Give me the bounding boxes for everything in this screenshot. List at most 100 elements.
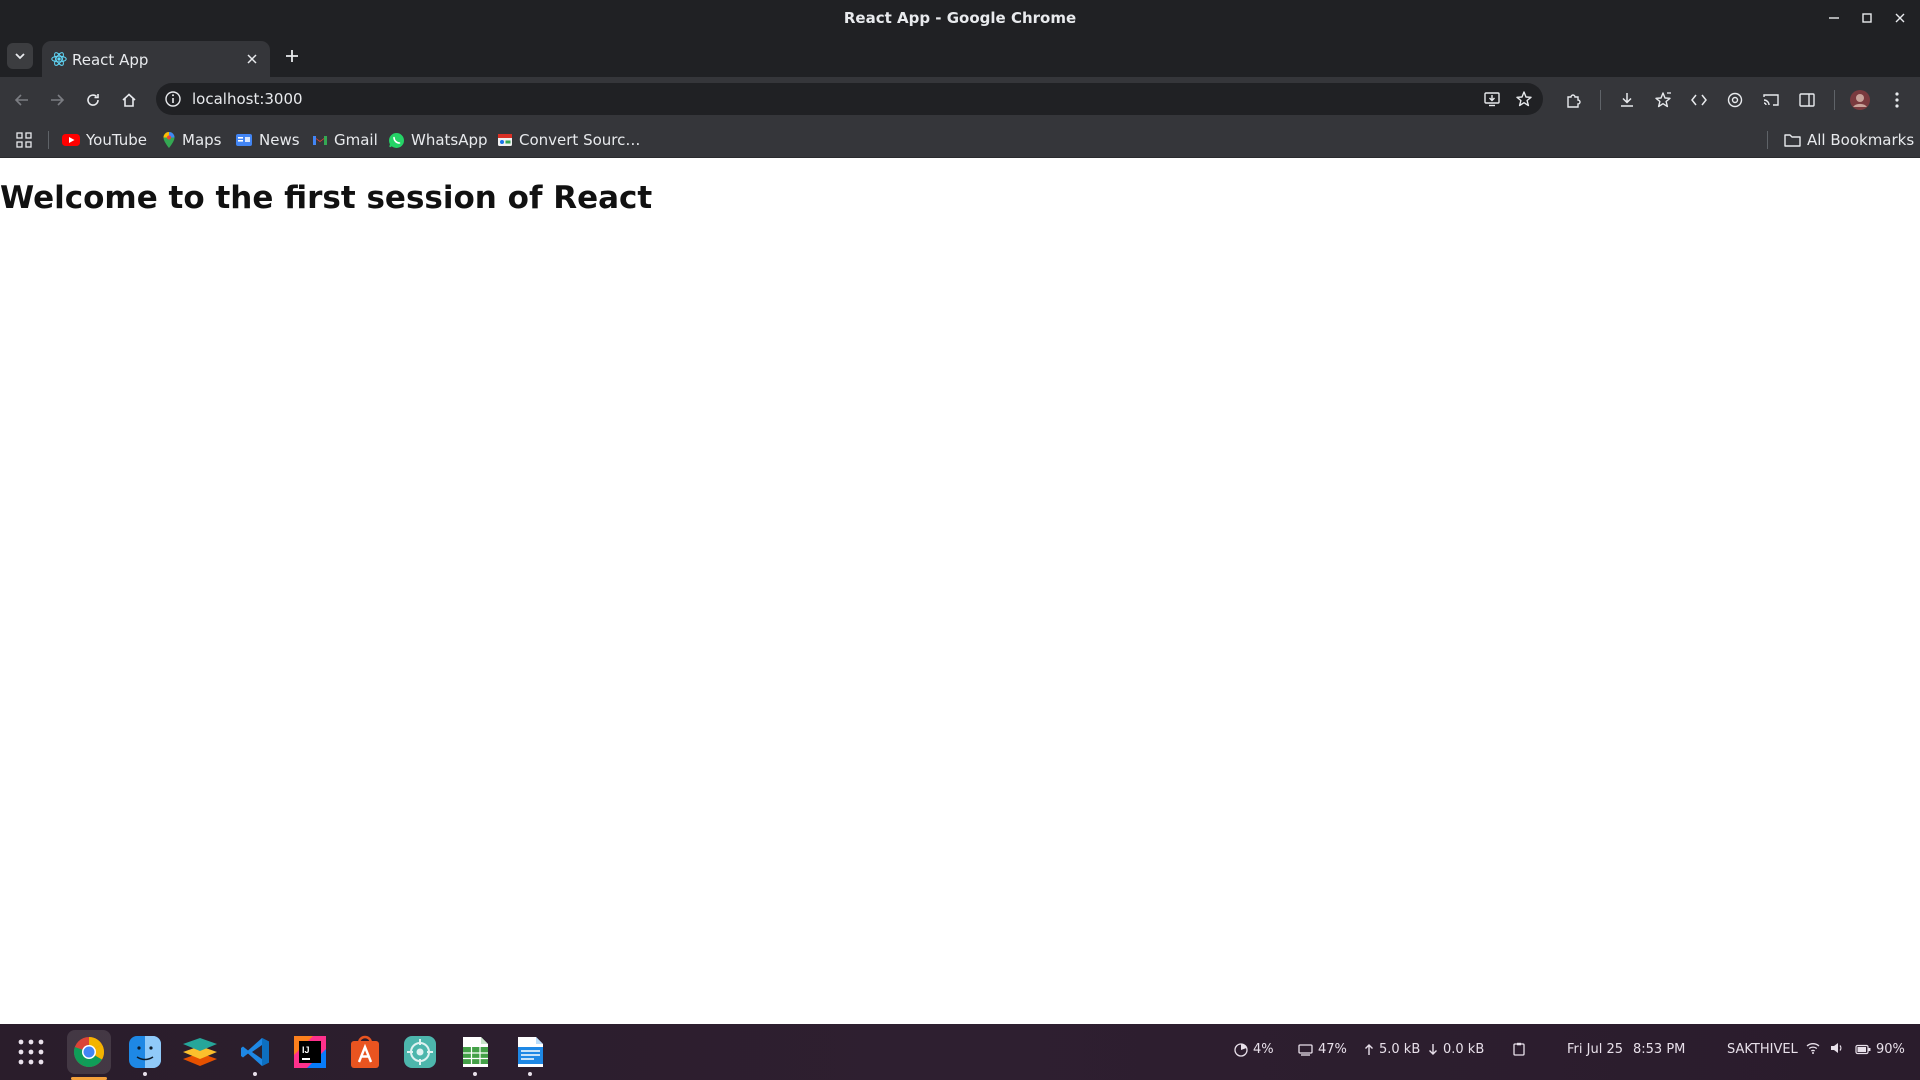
cast-icon[interactable] xyxy=(1757,86,1785,114)
battery-value: 90% xyxy=(1876,1042,1905,1057)
minimize-icon[interactable] xyxy=(1823,7,1845,29)
dock-network[interactable] xyxy=(398,1030,442,1074)
dock-intellij[interactable]: IJ xyxy=(288,1030,332,1074)
browser-toolbar: localhost:3000 xyxy=(0,77,1920,122)
page-content: Welcome to the first session of React xyxy=(0,158,1920,1024)
extensions-icon[interactable] xyxy=(1560,86,1588,114)
dock-spreadsheet[interactable] xyxy=(453,1030,497,1076)
youtube-icon xyxy=(62,134,80,146)
bookmark-gmail[interactable]: Gmail xyxy=(312,129,378,151)
reload-button[interactable] xyxy=(79,86,107,114)
tab-react-app[interactable]: React App xyxy=(42,41,270,77)
dock-app-center[interactable] xyxy=(343,1030,387,1074)
running-indicator xyxy=(143,1072,147,1076)
network-icon xyxy=(404,1036,436,1068)
dock-layers[interactable] xyxy=(178,1030,222,1074)
bookmark-label: Maps xyxy=(182,131,222,149)
document-icon xyxy=(518,1037,543,1067)
downloads-icon[interactable] xyxy=(1613,86,1641,114)
tab-strip: React App xyxy=(0,37,1920,77)
all-bookmarks-label: All Bookmarks xyxy=(1807,131,1915,149)
tray-memory[interactable]: 47% xyxy=(1298,1042,1347,1057)
whatsapp-icon xyxy=(389,132,404,148)
devtools-icon[interactable] xyxy=(1685,86,1713,114)
home-button[interactable] xyxy=(115,86,143,114)
forward-button[interactable] xyxy=(43,86,71,114)
tray-download[interactable]: 0.0 kB xyxy=(1428,1042,1484,1057)
maps-icon xyxy=(163,132,175,148)
bookmark-maps[interactable]: Maps xyxy=(162,129,221,151)
volume-icon[interactable] xyxy=(1830,1042,1844,1054)
svg-text:IJ: IJ xyxy=(302,1045,310,1055)
apps-grid-icon xyxy=(18,1039,44,1065)
arrow-up-icon xyxy=(1365,1044,1373,1055)
finder-icon xyxy=(129,1036,161,1068)
all-bookmarks-button[interactable]: All Bookmarks xyxy=(1784,129,1914,151)
close-tab-icon[interactable] xyxy=(242,49,262,69)
bookmarks-manager-icon[interactable] xyxy=(1649,86,1677,114)
memory-icon xyxy=(1298,1044,1313,1056)
dock-vscode[interactable] xyxy=(233,1030,277,1076)
running-indicator xyxy=(528,1072,532,1076)
gmail-icon xyxy=(313,136,327,145)
site-info-icon[interactable] xyxy=(164,90,182,108)
wifi-icon[interactable] xyxy=(1806,1042,1820,1054)
upload-value: 5.0 kB xyxy=(1379,1042,1421,1057)
bookmark-label: News xyxy=(259,131,300,149)
toolbar-divider xyxy=(1834,90,1835,110)
dock-chrome[interactable] xyxy=(67,1030,111,1080)
tray-cpu[interactable]: 4% xyxy=(1234,1042,1274,1057)
bookmarks-bar: YouTube Maps News Gmail WhatsApp Convert… xyxy=(0,122,1920,158)
convert-icon xyxy=(498,134,512,146)
tray-upload[interactable]: 5.0 kB xyxy=(1364,1042,1420,1057)
folder-icon xyxy=(1784,134,1801,147)
window-titlebar: React App - Google Chrome xyxy=(0,0,1920,37)
bookmark-label: WhatsApp xyxy=(411,131,488,149)
maximize-icon[interactable] xyxy=(1856,7,1878,29)
arrow-right-icon xyxy=(51,94,65,106)
news-icon xyxy=(236,134,252,146)
screen-capture-icon[interactable] xyxy=(1721,86,1749,114)
close-window-icon[interactable] xyxy=(1889,7,1911,29)
url-text[interactable]: localhost:3000 xyxy=(192,90,303,108)
page-heading: Welcome to the first session of React xyxy=(0,180,653,216)
menu-kebab-icon[interactable] xyxy=(1883,86,1911,114)
side-panel-icon[interactable] xyxy=(1793,86,1821,114)
tab-search-button[interactable] xyxy=(7,43,33,69)
spreadsheet-icon xyxy=(463,1037,488,1067)
arrow-left-icon xyxy=(14,94,28,106)
memory-value: 47% xyxy=(1318,1042,1347,1057)
back-button[interactable] xyxy=(8,86,36,114)
tray-battery[interactable]: 90% xyxy=(1855,1042,1905,1057)
apps-grid-icon[interactable] xyxy=(16,129,32,151)
tray-user[interactable]: SAKTHIVEL xyxy=(1727,1042,1798,1057)
install-app-icon[interactable] xyxy=(1481,88,1503,110)
profile-avatar[interactable] xyxy=(1846,86,1874,114)
layers-icon xyxy=(183,1038,217,1066)
dock-document[interactable] xyxy=(508,1030,552,1076)
bookmark-label: YouTube xyxy=(86,131,147,149)
bookmark-whatsapp[interactable]: WhatsApp xyxy=(388,129,488,151)
show-apps-button[interactable] xyxy=(9,1030,53,1074)
download-value: 0.0 kB xyxy=(1443,1042,1485,1057)
date-value: Fri Jul 25 xyxy=(1567,1042,1623,1057)
arrow-down-icon xyxy=(1429,1044,1437,1055)
bookmark-star-icon[interactable] xyxy=(1513,88,1535,110)
home-icon xyxy=(122,93,136,107)
dock-finder[interactable] xyxy=(123,1030,167,1076)
tray-time[interactable]: 8:53 PM xyxy=(1633,1042,1685,1057)
bookmark-convert[interactable]: Convert Sourc… xyxy=(497,129,640,151)
bookmarks-divider xyxy=(48,131,49,149)
toolbar-divider xyxy=(1600,90,1601,110)
tray-date[interactable]: Fri Jul 25 xyxy=(1567,1042,1623,1057)
bookmark-youtube[interactable]: YouTube xyxy=(62,129,147,151)
bookmark-news[interactable]: News xyxy=(235,129,300,151)
user-name: SAKTHIVEL xyxy=(1727,1042,1798,1057)
new-tab-button[interactable] xyxy=(281,45,303,67)
address-bar[interactable]: localhost:3000 xyxy=(156,83,1543,115)
battery-icon xyxy=(1855,1044,1871,1055)
plus-icon xyxy=(286,50,298,62)
clipboard-icon[interactable] xyxy=(1513,1042,1525,1056)
app-center-icon xyxy=(351,1035,379,1068)
cpu-value: 4% xyxy=(1253,1042,1274,1057)
